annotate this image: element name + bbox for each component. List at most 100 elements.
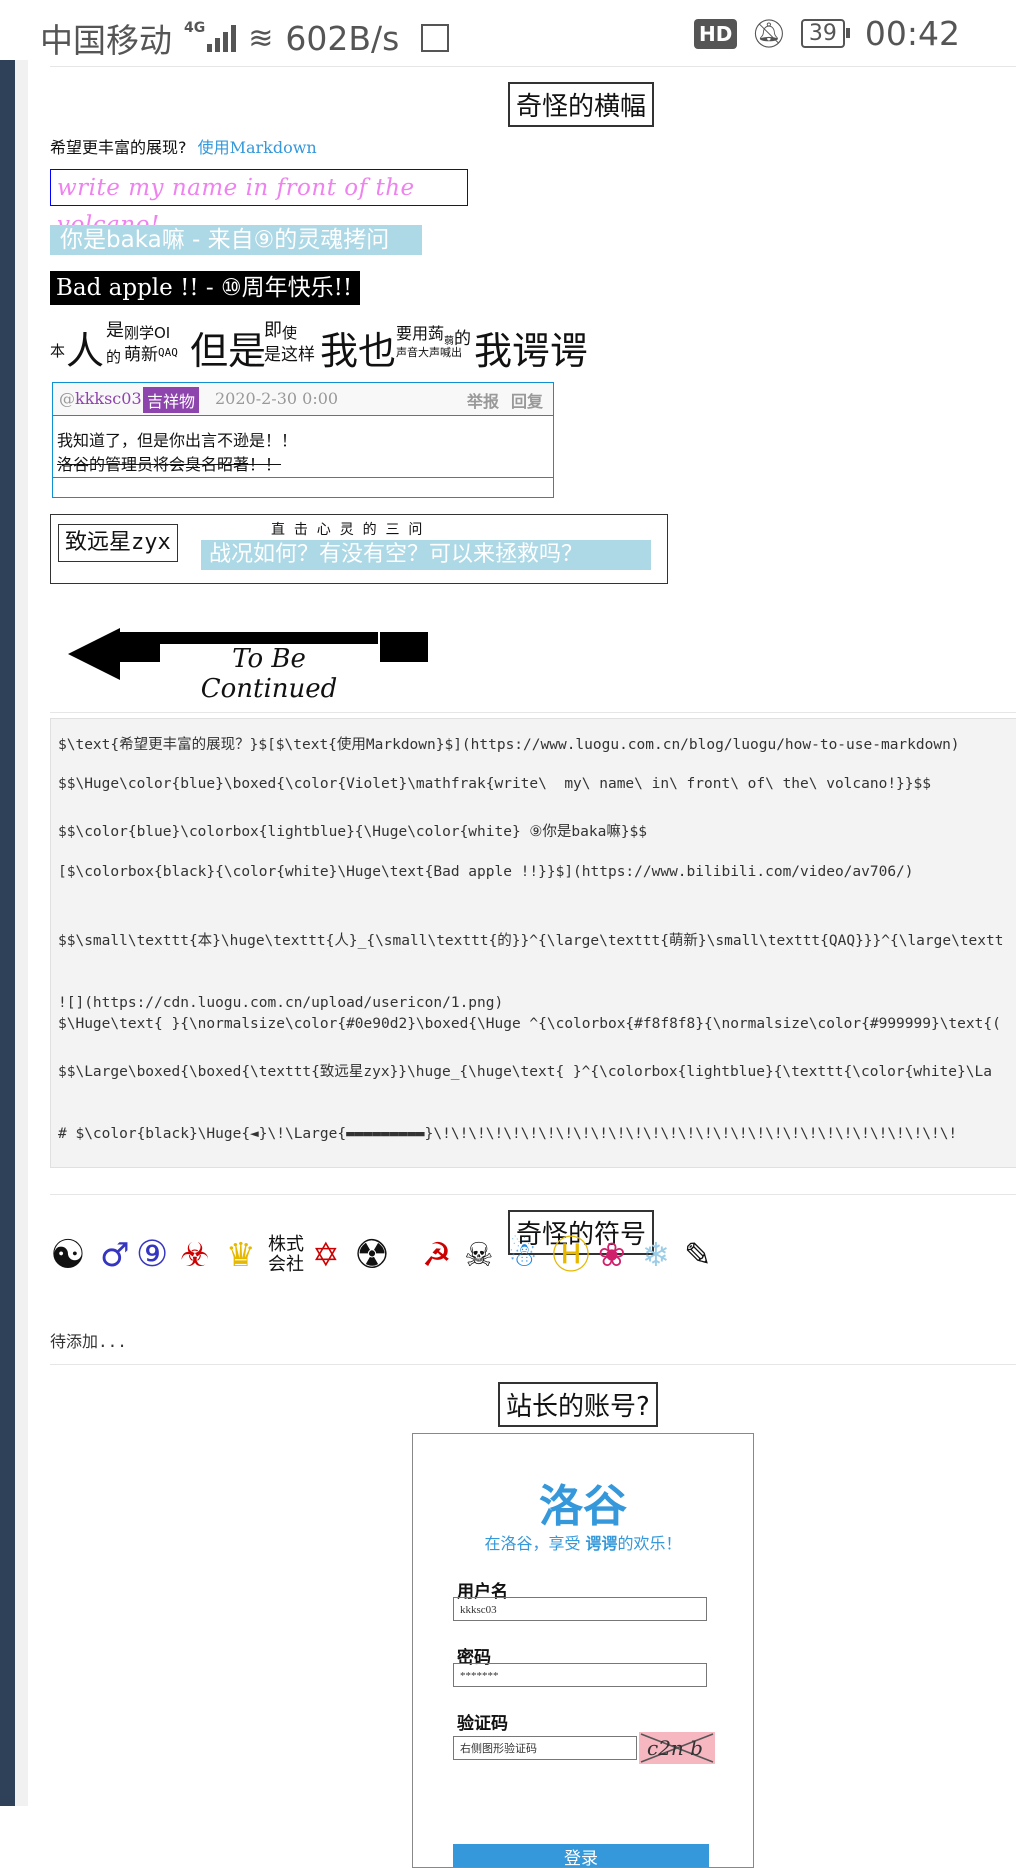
battery-level: 39 (808, 21, 837, 46)
divider (50, 66, 1016, 67)
divider (50, 712, 1016, 713)
captcha-field[interactable]: 右侧图形验证码 (453, 1736, 637, 1760)
hammer-sickle-icon: ☭ (422, 1235, 452, 1274)
skull-icon: ☠ (464, 1235, 494, 1274)
male-icon: ♂ (100, 1235, 130, 1274)
mixed-woye: 我也 (320, 329, 397, 373)
circled-h-icon: Ⓗ (552, 1233, 591, 1277)
radioactive-icon: ☢ (354, 1232, 390, 1278)
soul-subtitle: 直 击 心 灵 的 三 问 (271, 522, 423, 538)
password-field[interactable]: ******* (453, 1663, 707, 1687)
code-line: $$\color{blue}\colorbox{lightblue}{\Huge… (58, 824, 648, 840)
divider (50, 1194, 1016, 1195)
tbc-text: To Be Continued (160, 644, 378, 704)
tbc-arrow: To Be Continued (68, 628, 508, 704)
markdown-link[interactable]: 使用Markdown (198, 138, 317, 157)
sidebar-edge (0, 60, 15, 1806)
username-field[interactable]: kkksc03 (453, 1597, 707, 1621)
crown-icon: ♛ (226, 1235, 256, 1274)
mixed-text: 本 人 是 刚学OI 的 萌新 QAQ 但是 即 使 是这样 我也 要用 蒟 蒻… (50, 310, 690, 380)
luogu-logo: 洛谷 (539, 1481, 627, 1532)
network-type: 4G (184, 20, 206, 36)
sidebar-gutter (15, 60, 28, 1806)
wifi-icon: ≋ (248, 20, 274, 56)
code-line: $\Huge\text{ }{\normalsize\color{#0e90d2… (58, 1016, 1001, 1032)
section-title-account: 站长的账号? (498, 1382, 658, 1427)
screenshot-icon (421, 24, 450, 52)
slogan-em: 谔谔 (585, 1534, 618, 1553)
mixed-ruo: 蒟 (428, 324, 445, 343)
pencil-icon: ✎ (684, 1235, 712, 1274)
code-line: $$\Large\boxed{\boxed{\texttt{致远星zyx}}\h… (58, 1064, 992, 1080)
comment-badge: 吉祥物 (143, 387, 200, 413)
code-line: $\text{希望更丰富的展现？}$[$\text{使用Markdown}$](… (58, 737, 960, 753)
arrow-head-icon (68, 628, 120, 680)
nine-icon: ⑨ (136, 1234, 169, 1275)
mixed-shengyin: 声音大声喊出 (396, 346, 462, 359)
captcha-label: 验证码 (457, 1714, 508, 1734)
carrier-label: 中国移动 (40, 21, 172, 60)
mixed-ben: 本 (50, 342, 66, 360)
clock: 00:42 (864, 14, 960, 53)
battery-icon: 39 (800, 19, 850, 48)
mixed-woxx: 我谔谔 (474, 329, 589, 373)
baka-banner: 你是baka嘛 - 来自⑨的灵魂拷问 (50, 225, 422, 255)
slogan-post: 的欢乐！ (617, 1534, 682, 1553)
comment-line-1: 我知道了，但是你出言不逊是！！ (57, 431, 298, 450)
mixed-yaoyong: 要用 (396, 324, 429, 343)
arrow-tail (380, 632, 428, 662)
code-line: $$\Huge\color{blue}\boxed{\color{Violet}… (58, 776, 931, 792)
snowflake-icon: ❄ (642, 1235, 670, 1274)
divider (50, 1364, 1016, 1365)
network-speed: 602B/s (285, 18, 400, 58)
mute-bell-icon: 🔕︎ (751, 17, 787, 50)
mixed-zheyang: 是这样 (264, 345, 315, 365)
code-line: # $\color{black}\Huge{◄}\!\Large{▬▬▬▬▬▬▬… (58, 1126, 958, 1142)
biohazard-icon: ☣ (180, 1235, 210, 1274)
soul-question: 战况如何？有没有空？可以来拯救吗？ (201, 540, 651, 570)
kabushiki-icon: 株式会社 (268, 1234, 304, 1275)
mixed-de1: 的 (106, 348, 122, 366)
code-line: $$\small\texttt{本}\huge\texttt{人}_{\smal… (58, 933, 1004, 949)
captcha-image[interactable]: c2n b (639, 1732, 715, 1764)
page-content: 奇怪的横幅 希望更丰富的展现? 使用Markdown write my name… (28, 60, 1016, 1868)
flower-icon: ❀ (598, 1235, 626, 1274)
snowman-icon: ☃ (508, 1235, 538, 1274)
comment-user[interactable]: kkksc03 (75, 389, 142, 408)
mixed-shi1: 是 (106, 320, 124, 341)
mixed-danshi: 但是 (190, 329, 267, 373)
volcano-banner: write my name in front of the volcano! (50, 169, 468, 238)
comment-footer (53, 477, 553, 478)
hd-icon: HD (694, 18, 738, 49)
bad-apple-link[interactable]: Bad apple !! - ⑩周年快乐!! (50, 271, 360, 305)
todo-text: 待添加... (50, 1332, 127, 1351)
mixed-qaq: QAQ (158, 346, 178, 359)
soul-name: 致远星zyx (58, 524, 178, 562)
comment-line-2: 洛谷的管理员将会臭名昭著！！ (57, 455, 282, 474)
code-block: $\text{希望更丰富的展现？}$[$\text{使用Markdown}$](… (50, 718, 1016, 1168)
mixed-mengxin: 萌新 (124, 345, 158, 365)
login-slogan: 在洛谷，享受 谔谔的欢乐！ (413, 1530, 753, 1554)
signal-icon (207, 24, 237, 52)
status-bar: 中国移动 4G ≋ 602B/s HD 🔕︎ 39 00:42 (0, 0, 1016, 66)
soul-question-box: 致远星zyx 直 击 心 灵 的 三 问 战况如何？有没有空？可以来拯救吗？ (50, 514, 668, 584)
mixed-ji: 即 (264, 320, 282, 341)
comment-card: @ kkksc03 吉祥物 2020-2-30 0:00 举报 回复 我知道了，… (52, 382, 554, 498)
slogan-pre: 在洛谷，享受 (484, 1534, 586, 1553)
login-button[interactable]: 登录 (453, 1844, 709, 1867)
comment-at: @ (59, 389, 75, 408)
comment-date: 2020-2-30 0:00 (215, 389, 339, 408)
markdown-hint: 希望更丰富的展现? 使用Markdown (50, 134, 317, 158)
section-title-banners: 奇怪的横幅 (508, 82, 655, 127)
login-card: 洛谷 在洛谷，享受 谔谔的欢乐！ 用户名 kkksc03 密码 ******* … (412, 1433, 754, 1868)
star-of-david-icon: ✡ (312, 1235, 340, 1274)
comment-header: @ kkksc03 吉祥物 2020-2-30 0:00 举报 回复 (53, 383, 553, 416)
reply-button[interactable]: 回复 (511, 388, 543, 412)
markdown-hint-text: 希望更丰富的展现? (50, 138, 187, 157)
code-line: [$\colorbox{black}{\color{white}\Huge\te… (58, 864, 914, 880)
mixed-ren: 人 (66, 329, 105, 373)
yin-yang-icon: ☯ (50, 1232, 86, 1278)
captcha-text: c2n b (647, 1736, 703, 1760)
code-line: ![](https://cdn.luogu.com.cn/upload/user… (58, 995, 504, 1011)
report-button[interactable]: 举报 (467, 388, 499, 412)
